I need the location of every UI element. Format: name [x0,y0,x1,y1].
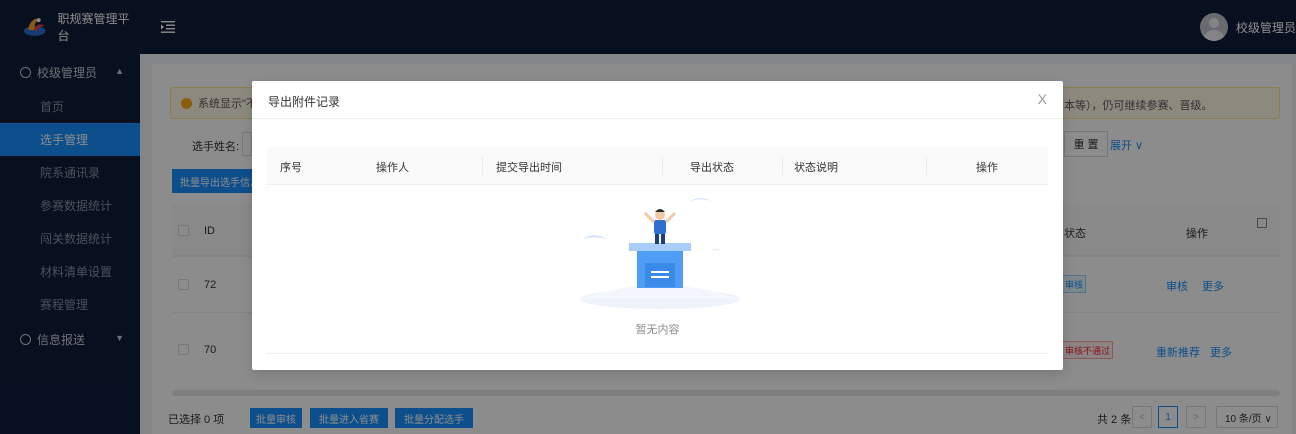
column-header-export-status: 导出状态 [690,162,734,174]
column-separator [926,157,927,175]
column-header-submit-time: 提交导出时间 [496,162,562,174]
modal-table-header: 序号 操作人 提交导出时间 导出状态 状态说明 操作 [266,147,1048,185]
column-header-action: 操作 [976,162,998,174]
empty-state-illustration [580,198,740,309]
column-separator [782,157,783,175]
column-separator [662,157,663,175]
column-separator [482,157,483,175]
modal-table-bottom [266,353,1048,354]
column-header-status-desc: 状态说明 [794,162,838,174]
modal-divider [252,118,1063,119]
modal-title: 导出附件记录 [268,95,341,109]
column-header-operator: 操作人 [376,162,409,174]
export-records-modal: 导出附件记录 X 序号 操作人 提交导出时间 导出状态 状态说明 操作 暂无内容 [252,81,1063,370]
empty-state-text: 暂无内容 [635,324,680,336]
column-header-index: 序号 [280,162,302,174]
close-icon[interactable]: X [1038,91,1047,107]
